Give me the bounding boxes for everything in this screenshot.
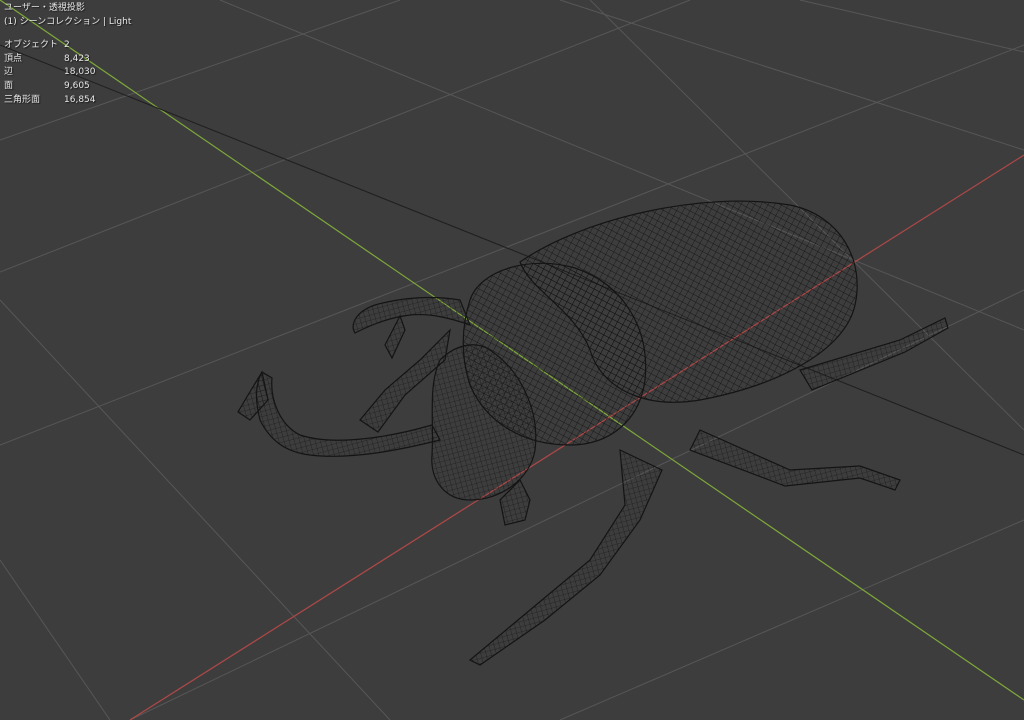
3d-viewport[interactable] <box>0 0 1024 720</box>
stat-value: 8,423 <box>64 53 90 64</box>
stat-row: 辺 18,030 <box>4 66 131 80</box>
stat-row: 面 9,605 <box>4 80 131 94</box>
stat-label: 三角形面 <box>4 94 41 105</box>
beetle-wireframe[interactable] <box>237 200 949 666</box>
stat-value: 16,854 <box>64 94 96 105</box>
stat-value: 18,030 <box>64 67 96 78</box>
stat-row: 頂点 8,423 <box>4 53 131 67</box>
stat-label: 辺 <box>4 67 14 78</box>
thoracic-horn-prong <box>384 314 406 360</box>
stat-row: オブジェクト 2 <box>4 39 131 53</box>
view-mode-label: ユーザー・透視投影 <box>4 3 85 13</box>
thoracic-horn <box>352 296 472 334</box>
viewport-info-overlay: ユーザー・透視投影 (1) シーンコレクション | Light オブジェクト 2… <box>4 2 131 107</box>
stat-label: オブジェクト <box>4 40 59 51</box>
stat-value: 9,605 <box>64 80 90 91</box>
stat-row: 三角形面 16,854 <box>4 94 131 108</box>
collection-label: (1) シーンコレクション | Light <box>4 16 132 27</box>
leg-right-mid <box>689 429 901 491</box>
stat-label: 頂点 <box>4 53 23 64</box>
stat-value: 2 <box>64 40 70 51</box>
scene-statistics: オブジェクト 2 頂点 8,423 辺 18,030 面 9,605 三角形面 … <box>4 39 131 107</box>
stat-label: 面 <box>4 80 14 91</box>
